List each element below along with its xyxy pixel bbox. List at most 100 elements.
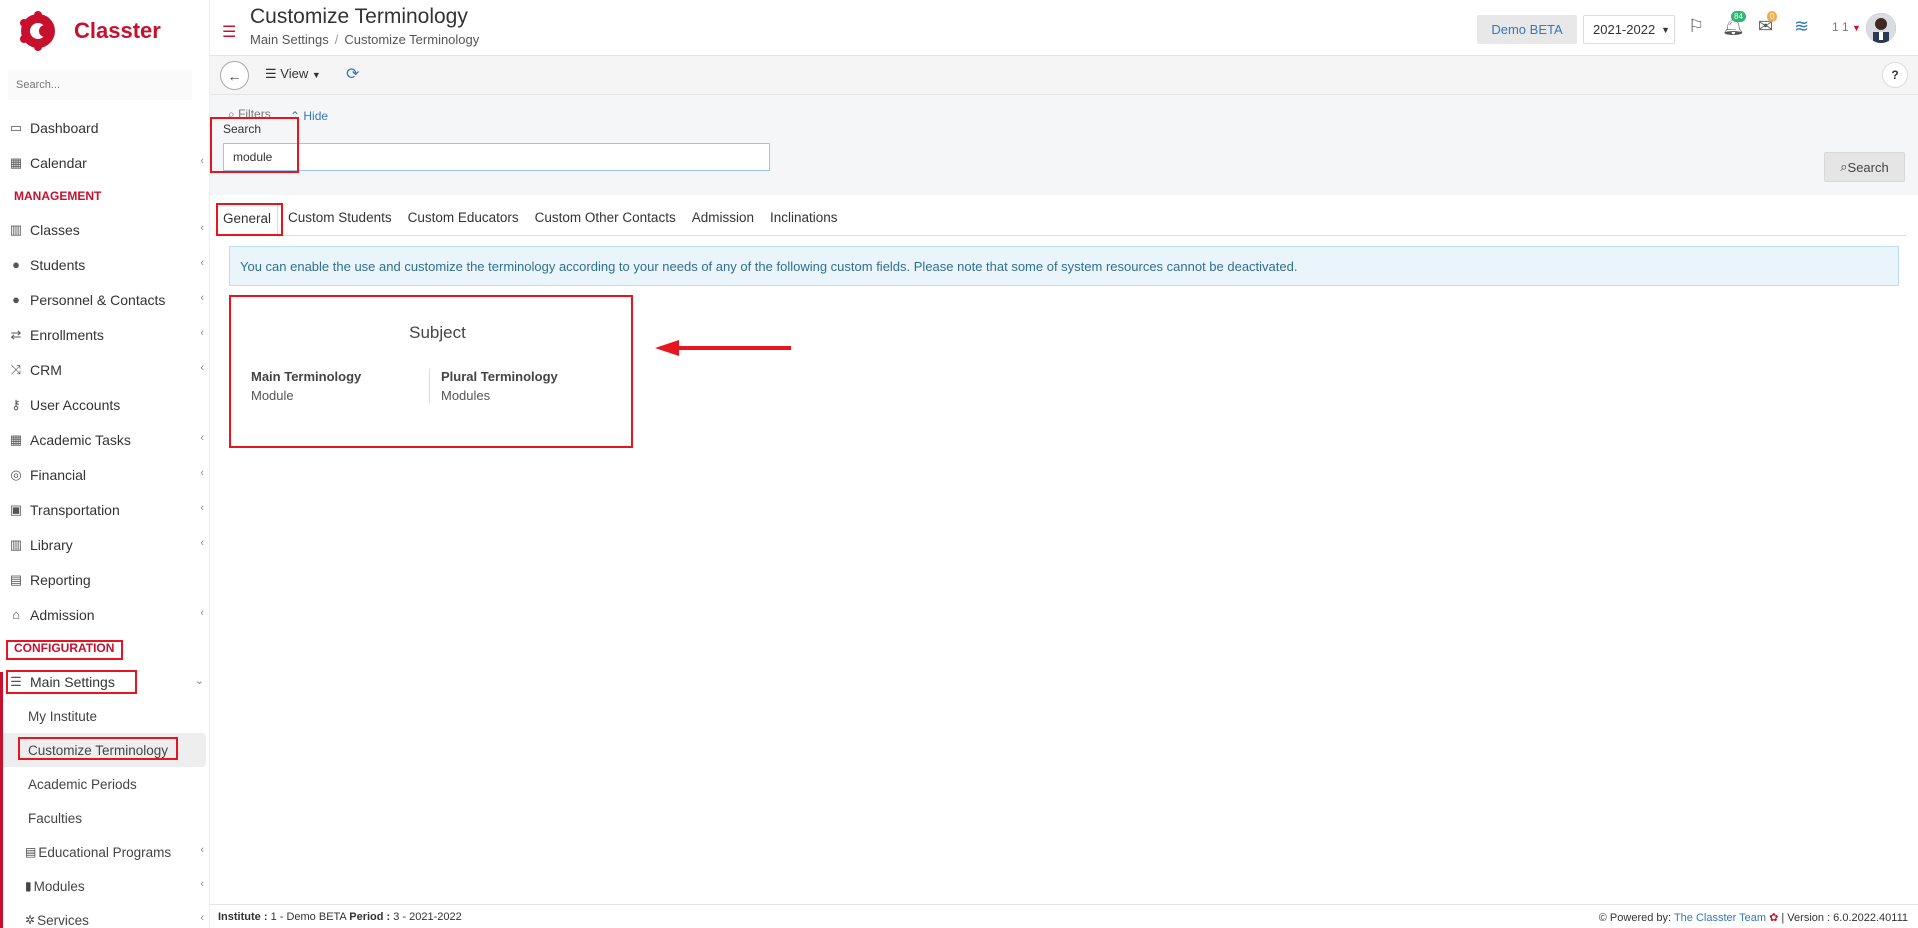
sidebar-search-input[interactable] <box>8 70 192 100</box>
sidebar-item-label: Modules <box>33 878 85 894</box>
tab-custom-students[interactable]: Custom Students <box>282 203 398 235</box>
tab-admission[interactable]: Admission <box>686 203 760 235</box>
sidebar-item-academic-tasks[interactable]: ▦ Academic Tasks ‹ <box>0 422 209 457</box>
chevron-left-icon: ‹ <box>200 327 204 339</box>
breadcrumb-item[interactable]: Main Settings <box>250 32 329 47</box>
chevron-left-icon: ‹ <box>200 432 204 444</box>
highlight-main-settings <box>6 670 137 694</box>
highlight-card <box>229 295 633 448</box>
calendar-icon: ▦ <box>9 154 23 170</box>
caret-down-icon: ▼ <box>1661 24 1671 35</box>
toolbar: ← ☰ View ▼ ⟳ ? <box>210 55 1918 95</box>
sidebar-item-students[interactable]: ● Students ‹ <box>0 247 209 282</box>
chevron-left-icon: ‹ <box>200 607 204 619</box>
chevron-left-icon: ‹ <box>200 467 204 479</box>
sidebar-item-label: Library <box>30 536 73 553</box>
list-icon: ☰ <box>265 66 281 81</box>
view-dropdown[interactable]: ☰ View ▼ <box>265 66 321 82</box>
highlight-search <box>210 117 299 173</box>
sidebar-subitem-faculties[interactable]: Faculties <box>0 801 209 835</box>
powered-by-label: Powered by: <box>1609 912 1672 924</box>
sidebar-item-reporting[interactable]: ▤ Reporting <box>0 562 209 597</box>
bell-icon[interactable]: 🔔︎ 84 <box>1722 11 1746 37</box>
sidebar-subitem-academic-periods[interactable]: Academic Periods <box>0 767 209 801</box>
sidebar-item-transportation[interactable]: ▣ Transportation ‹ <box>0 492 209 527</box>
sidebar-item-financial[interactable]: ◎ Financial ‹ <box>0 457 209 492</box>
notifications-badge: 84 <box>1731 11 1746 22</box>
classes-icon: ▥ <box>9 221 23 237</box>
sidebar-item-crm[interactable]: ⤨ CRM ‹ <box>0 352 209 387</box>
sidebar-item-label: Financial <box>30 466 87 483</box>
help-button[interactable]: ? <box>1882 62 1908 88</box>
tab-custom-educators[interactable]: Custom Educators <box>402 203 525 235</box>
personnel-icon: ● <box>12 292 20 307</box>
sidebar-item-label: Calendar <box>30 154 87 171</box>
printer-icon: ▤ <box>9 571 23 587</box>
sidebar-item-personnel[interactable]: ● Personnel & Contacts ‹ <box>0 282 209 317</box>
user-avatar-icon <box>1866 13 1896 43</box>
user-label[interactable]: 1 1 ▼ <box>1832 20 1861 34</box>
grid-icon: ▦ <box>9 431 23 447</box>
sidebar-subitem-services[interactable]: ✲ Services ‹ <box>0 903 209 928</box>
envelope-icon[interactable]: ✉ 0 <box>1758 11 1778 37</box>
sidebar-item-user-accounts[interactable]: ⚷ User Accounts <box>0 387 209 422</box>
sidebar-subitem-modules[interactable]: ▮ Modules ‹ <box>0 869 209 903</box>
view-label: View <box>280 66 309 81</box>
chevron-left-icon: ‹ <box>200 257 204 269</box>
sidebar-subitem-my-institute[interactable]: My Institute <box>0 699 209 733</box>
back-button[interactable]: ← <box>220 61 249 90</box>
students-icon: ● <box>12 257 20 272</box>
bus-icon: ▣ <box>9 501 23 517</box>
sidebar-item-label: Admission <box>30 606 95 623</box>
shuffle-icon: ⤨ <box>10 361 22 377</box>
hide-label: Hide <box>303 109 329 123</box>
demo-beta-button[interactable]: Demo BETA <box>1477 15 1577 44</box>
flag-icon[interactable]: ⚐ <box>1688 16 1704 37</box>
services-icon: ✲ <box>25 913 36 927</box>
caret-down-icon: ▼ <box>311 70 321 80</box>
avatar[interactable] <box>1866 13 1896 43</box>
sidebar-item-enrollments[interactable]: ⇄ Enrollments ‹ <box>0 317 209 352</box>
sidebar: Classter ▭ Dashboard ▦ Calendar ‹ MANAGE… <box>0 0 210 928</box>
hamburger-menu-icon[interactable]: ☰ <box>222 22 236 42</box>
sidebar-item-admission[interactable]: ⌂ Admission ‹ <box>0 597 209 632</box>
year-value: 2021-2022 <box>1593 22 1656 37</box>
sidebar-item-label: Enrollments <box>30 326 104 343</box>
search-button[interactable]: ⌕ Search <box>1824 152 1905 182</box>
chevron-left-icon: ‹ <box>200 844 204 856</box>
breadcrumb-item: Customize Terminology <box>344 32 480 47</box>
chevron-left-icon: ‹ <box>200 502 204 514</box>
chevron-left-icon: ‹ <box>200 292 204 304</box>
period-value: 3 - 2021-2022 <box>393 911 462 923</box>
classter-small-logo-icon: ✿ <box>1769 912 1779 924</box>
tab-custom-other-contacts[interactable]: Custom Other Contacts <box>529 203 682 235</box>
app-name: Classter <box>74 18 161 43</box>
active-section-indicator <box>0 672 3 928</box>
search-input[interactable] <box>223 143 770 171</box>
version-label: | Version : 6.0.2022.40111 <box>1781 912 1908 924</box>
page-title: Customize Terminology <box>250 5 468 28</box>
sidebar-item-classes[interactable]: ▥ Classes ‹ <box>0 212 209 247</box>
sidebar-item-dashboard[interactable]: ▭ Dashboard <box>0 110 209 145</box>
coins-icon: ◎ <box>10 466 22 482</box>
sidebar-item-label: CRM <box>30 361 62 378</box>
layers-icon[interactable]: ≋ <box>1794 16 1809 37</box>
breadcrumb-separator: / <box>334 32 339 47</box>
footer-powered-by: © Powered by: The Classter Team ✿ | Vers… <box>1599 911 1908 924</box>
chevron-left-icon: ‹ <box>200 537 204 549</box>
sidebar-item-calendar[interactable]: ▦ Calendar ‹ <box>0 145 209 180</box>
user-label-text: 1 1 <box>1832 20 1849 34</box>
refresh-icon[interactable]: ⟳ <box>346 64 359 84</box>
tab-inclinations[interactable]: Inclinations <box>764 203 844 235</box>
table-icon: ▤ <box>25 845 37 859</box>
sidebar-item-label: Dashboard <box>30 119 99 136</box>
highlight-general-tab <box>216 203 283 236</box>
sidebar-item-library[interactable]: ▥ Library ‹ <box>0 527 209 562</box>
classter-team-link[interactable]: The Classter Team <box>1674 912 1766 924</box>
sidebar-subitem-educational-programs[interactable]: ▤ Educational Programs ‹ <box>0 835 209 869</box>
chevron-left-icon: ‹ <box>200 155 204 167</box>
institute-value: 1 - Demo BETA <box>270 911 347 923</box>
sidebar-item-label: Educational Programs <box>38 844 172 860</box>
year-select[interactable]: 2021-2022 ▼ <box>1583 15 1675 44</box>
logo[interactable]: Classter <box>18 10 161 52</box>
